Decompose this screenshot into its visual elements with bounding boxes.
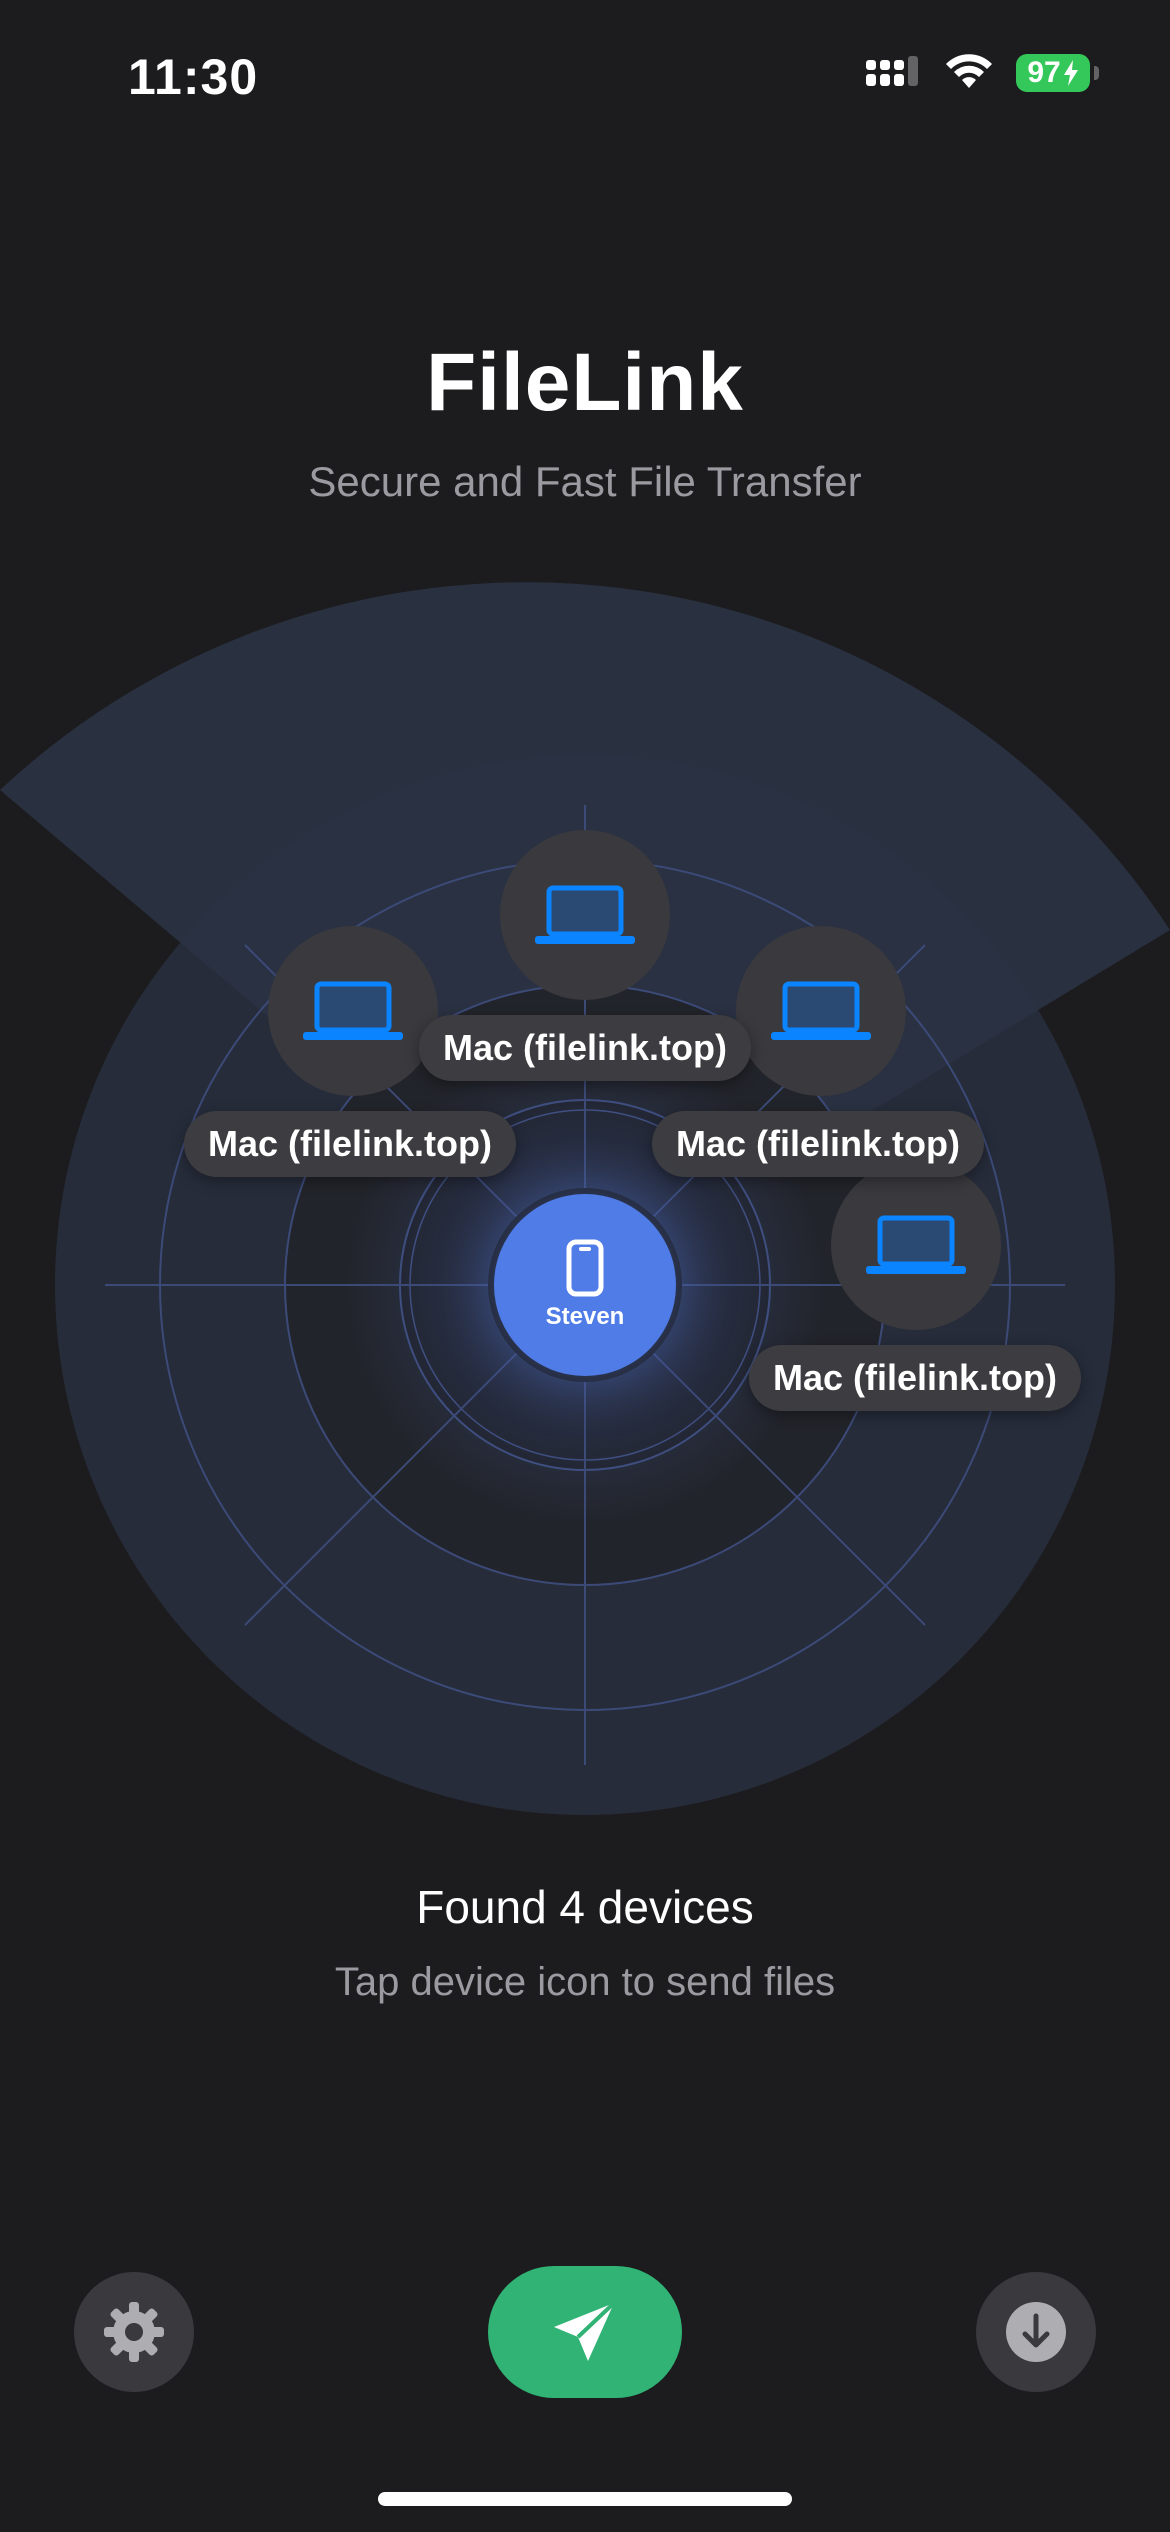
status-bar: 11:30 97	[0, 0, 1170, 150]
iphone-icon	[566, 1239, 604, 1297]
home-indicator[interactable]	[378, 2492, 792, 2506]
device-label-3[interactable]: Mac (filelink.top)	[651, 1111, 985, 1177]
self-device-badge: Steven	[494, 1194, 676, 1376]
status-time: 11:30	[128, 49, 259, 105]
app-title: FileLink	[426, 337, 744, 428]
laptop-icon	[771, 981, 871, 1040]
device-label-1[interactable]: Mac (filelink.top)	[418, 1015, 752, 1081]
device-label-2[interactable]: Mac (filelink.top)	[183, 1111, 517, 1177]
send-button[interactable]	[488, 2266, 682, 2398]
self-device: Steven	[488, 1188, 682, 1382]
self-device-name: Steven	[545, 1303, 625, 1330]
wifi-icon	[946, 54, 992, 88]
laptop-icon	[535, 885, 635, 944]
found-devices-count: Found 4 devices	[416, 1881, 754, 1933]
device-node-1[interactable]	[500, 830, 670, 1000]
battery-level: 97	[1027, 56, 1061, 89]
device-label-4[interactable]: Mac (filelink.top)	[748, 1345, 1082, 1411]
app-subtitle: Secure and Fast File Transfer	[308, 458, 862, 505]
cellular-signal-icon	[866, 56, 918, 86]
send-hint: Tap device icon to send files	[334, 1960, 836, 2004]
paper-plane-icon	[554, 2301, 616, 2361]
battery-charging-icon: 97	[1016, 54, 1099, 92]
device-node-2[interactable]	[268, 926, 438, 1096]
download-arrow-icon	[1006, 2302, 1066, 2362]
gear-icon	[104, 2302, 164, 2362]
laptop-icon	[303, 981, 403, 1040]
receive-button[interactable]	[976, 2272, 1096, 2392]
device-node-4[interactable]	[831, 1160, 1001, 1330]
device-node-3[interactable]	[736, 926, 906, 1096]
bolt-icon	[1063, 60, 1078, 86]
laptop-icon	[866, 1215, 966, 1274]
status-icons: 97	[864, 54, 1099, 92]
settings-button[interactable]	[74, 2272, 194, 2392]
